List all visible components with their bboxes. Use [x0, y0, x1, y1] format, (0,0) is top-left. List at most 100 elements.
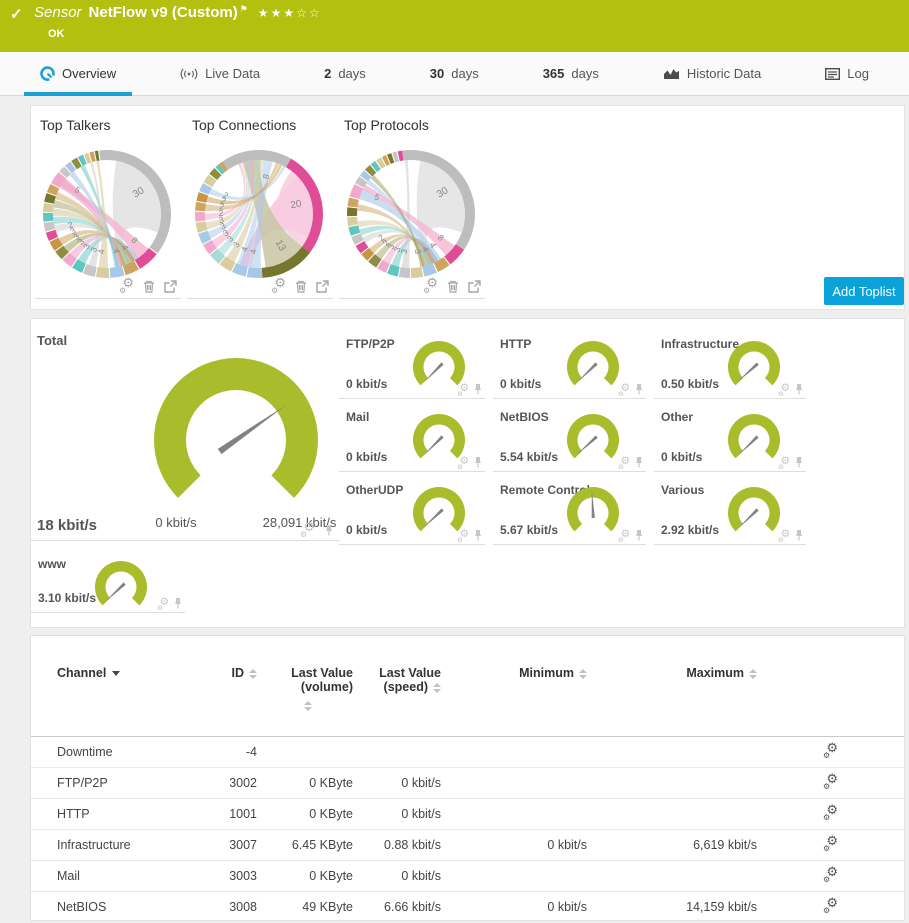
cell-max: 14,159 kbit/s — [587, 892, 757, 923]
gear-icon[interactable]: ⚙⚙ — [157, 599, 169, 610]
gear-icon[interactable]: ⚙⚙ — [300, 523, 315, 537]
gauge-tile-otherudp: OtherUDP0 kbit/s⚙⚙ — [339, 477, 485, 545]
gauge-label: OtherUDP — [346, 483, 403, 497]
pin-icon[interactable] — [173, 597, 183, 609]
table-header-row: Channel IDLast Value(volume)Last Value(sp… — [31, 656, 904, 737]
external-link-icon[interactable] — [164, 280, 177, 293]
tab-2-days[interactable]: 2days — [318, 52, 372, 95]
pin-icon[interactable] — [634, 383, 644, 395]
toplist-tile-top-connections: Top Connections8201344333332222⚙⚙ — [187, 111, 333, 299]
gear-icon[interactable]: ⚙⚙ — [778, 531, 790, 542]
cell-channel: HTTP — [31, 799, 201, 830]
table-row-http: HTTP10010 KByte0 kbit/s⚙⚙ — [31, 799, 904, 830]
gear-icon[interactable]: ⚙⚙ — [778, 458, 790, 469]
column-label: Maximum — [686, 666, 744, 680]
tab-overview[interactable]: Overview — [34, 52, 122, 95]
area-chart-icon — [663, 67, 680, 80]
column-header-channel[interactable]: Channel — [31, 656, 201, 737]
gear-icon[interactable]: ⚙⚙ — [823, 806, 838, 820]
gauge-tile-actions: ⚙⚙ — [775, 528, 804, 542]
gear-icon[interactable]: ⚙⚙ — [823, 837, 838, 851]
column-header-speed[interactable]: Last Value(speed) — [353, 656, 441, 737]
cell-id: -4 — [201, 737, 257, 768]
channel-table: Channel IDLast Value(volume)Last Value(sp… — [31, 656, 904, 923]
gear-icon[interactable]: ⚙⚙ — [823, 899, 838, 913]
trash-icon[interactable] — [295, 280, 307, 293]
gauge-icon — [40, 66, 55, 81]
pin-icon[interactable] — [473, 456, 483, 468]
gauge-tile-actions: ⚙⚙ — [615, 528, 644, 542]
star-empty-icon[interactable]: ☆ — [296, 6, 309, 20]
star-empty-icon[interactable]: ☆ — [309, 6, 322, 20]
cell-channel: FTP/P2P — [31, 768, 201, 799]
pin-icon[interactable] — [794, 456, 804, 468]
gear-icon[interactable]: ⚙⚙ — [823, 744, 838, 758]
cell-volume: 49 KByte — [257, 892, 353, 923]
external-link-icon[interactable] — [316, 280, 329, 293]
cell-id: 3002 — [201, 768, 257, 799]
gauge-value: 0 kbit/s — [346, 377, 387, 391]
gear-icon[interactable]: ⚙⚙ — [618, 458, 630, 469]
column-header-volume[interactable]: Last Value(volume) — [257, 656, 353, 737]
star-filled-icon[interactable]: ★ — [258, 6, 271, 20]
tab-365-days[interactable]: 365days — [537, 52, 605, 95]
gear-icon[interactable]: ⚙⚙ — [423, 279, 438, 293]
sort-icon — [249, 669, 257, 679]
gauge-value: 0.50 kbit/s — [661, 377, 719, 391]
pin-icon[interactable] — [794, 383, 804, 395]
gauge-scale-min: 0 kbit/s — [131, 515, 221, 530]
tab-historic-data[interactable]: Historic Data — [657, 52, 767, 95]
gauge-label: Other — [661, 410, 693, 424]
gear-icon[interactable]: ⚙⚙ — [457, 531, 469, 542]
gear-icon[interactable]: ⚙⚙ — [778, 385, 790, 396]
trash-icon[interactable] — [143, 280, 155, 293]
star-filled-icon[interactable]: ★ — [283, 6, 296, 20]
gear-icon[interactable]: ⚙⚙ — [823, 775, 838, 789]
gauge-tile-actions: ⚙⚙ — [615, 455, 644, 469]
star-filled-icon[interactable]: ★ — [271, 6, 284, 20]
external-link-icon[interactable] — [468, 280, 481, 293]
tab-log[interactable]: Log — [819, 52, 875, 95]
gauge-panel: Total 0 kbit/s 28,091 kbit/s 18 kbit/s ⚙… — [30, 318, 905, 628]
column-header-max[interactable]: Maximum — [587, 656, 757, 737]
gear-icon[interactable]: ⚙⚙ — [457, 458, 469, 469]
cell-min: 0 kbit/s — [441, 892, 587, 923]
gauge-total-value: 18 kbit/s — [37, 517, 97, 534]
sort-desc-icon — [112, 671, 120, 676]
cell-volume — [257, 737, 353, 768]
status-check-icon: ✓ — [10, 5, 23, 23]
gear-icon[interactable]: ⚙⚙ — [823, 868, 838, 882]
cell-min — [441, 861, 587, 892]
cell-speed: 6.66 kbit/s — [353, 892, 441, 923]
tab-live-data[interactable]: Live Data — [174, 52, 266, 95]
gear-icon[interactable]: ⚙⚙ — [457, 385, 469, 396]
pin-icon[interactable] — [634, 529, 644, 541]
add-toplist-button[interactable]: Add Toplist — [824, 277, 904, 305]
gear-icon[interactable]: ⚙⚙ — [271, 279, 286, 293]
gear-icon[interactable]: ⚙⚙ — [119, 279, 134, 293]
column-header-id[interactable]: ID — [201, 656, 257, 737]
gauge-tile-ftp-p2p: FTP/P2P0 kbit/s⚙⚙ — [339, 331, 485, 399]
pin-icon[interactable] — [634, 456, 644, 468]
gauge-value: 0 kbit/s — [500, 377, 541, 391]
column-label: Channel — [57, 666, 106, 680]
pin-icon[interactable] — [794, 529, 804, 541]
cell-min — [441, 799, 587, 830]
pin-icon[interactable] — [473, 529, 483, 541]
pin-icon[interactable] — [324, 524, 334, 536]
mini-gauge — [565, 485, 621, 541]
gear-icon[interactable]: ⚙⚙ — [618, 385, 630, 396]
toplist-panel: Add Toplist Top Talkers3084443333325⚙⚙To… — [30, 105, 905, 310]
mini-gauge — [93, 559, 149, 615]
sort-icon — [579, 669, 587, 679]
gear-icon[interactable]: ⚙⚙ — [618, 531, 630, 542]
trash-icon[interactable] — [447, 280, 459, 293]
tab-30-days[interactable]: 30days — [424, 52, 485, 95]
column-header-min[interactable]: Minimum — [441, 656, 587, 737]
log-list-icon — [825, 68, 840, 80]
cell-max — [587, 799, 757, 830]
cell-actions: ⚙⚙ — [757, 892, 904, 923]
toplist-actions: ⚙⚙ — [423, 279, 481, 293]
pin-icon[interactable] — [473, 383, 483, 395]
star-rating[interactable]: ★★★☆☆ — [258, 6, 322, 20]
